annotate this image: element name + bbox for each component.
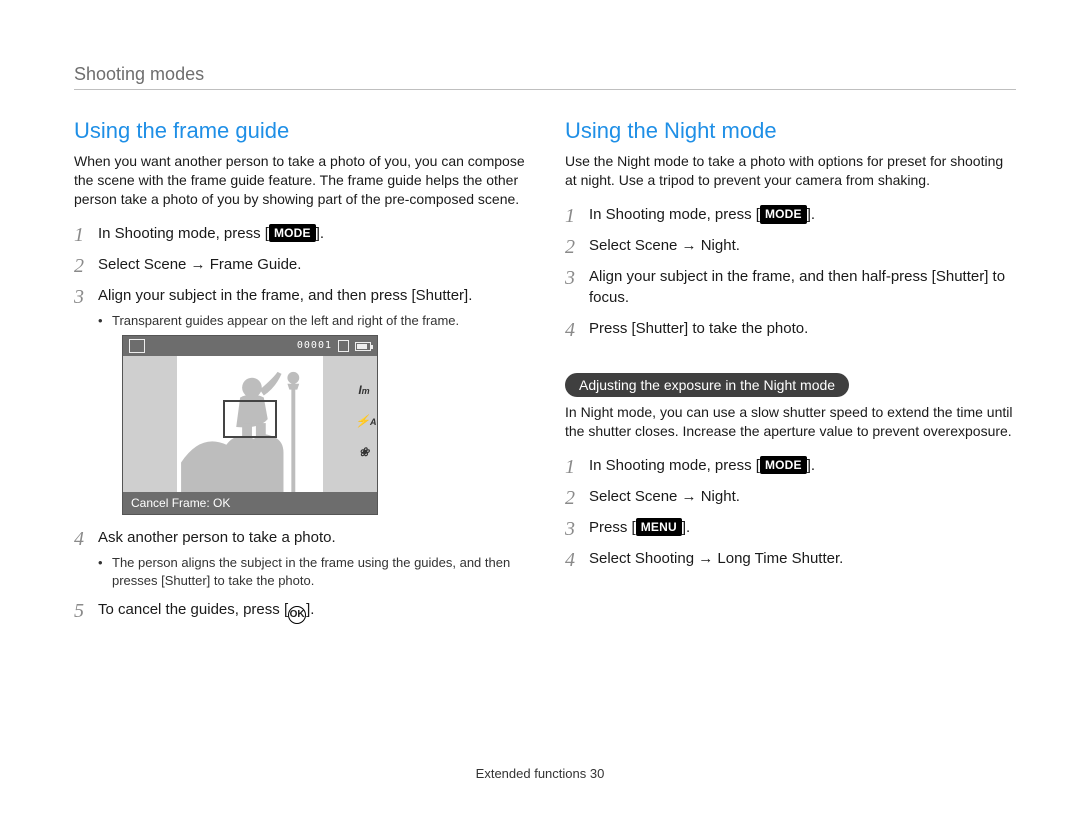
menu-keycap: MENU bbox=[636, 518, 682, 537]
mode-keycap: MODE bbox=[760, 205, 807, 224]
step-text: ]. bbox=[316, 225, 324, 242]
step-4-right: Press [Shutter] to take the photo. bbox=[565, 318, 1016, 339]
battery-icon bbox=[355, 342, 371, 351]
heading-frame-guide: Using the frame guide bbox=[74, 118, 525, 144]
step-4-left: Ask another person to take a photo. The … bbox=[74, 527, 525, 589]
macro-icon: ❀ bbox=[355, 444, 373, 461]
step-3-right: Align your subject in the frame, and the… bbox=[565, 266, 1016, 308]
step-text: Select Scene → Night. bbox=[589, 488, 740, 505]
step-2-right: Select Scene → Night. bbox=[565, 235, 1016, 256]
mode-icon bbox=[129, 339, 145, 353]
step-1-expo: In Shooting mode, press [MODE]. bbox=[565, 455, 1016, 476]
sub-bullet: The person aligns the subject in the fra… bbox=[98, 554, 525, 589]
step-2-left: Select Scene → Frame Guide. bbox=[74, 254, 525, 275]
mode-keycap: MODE bbox=[760, 456, 807, 475]
step-3-expo: Press [MENU]. bbox=[565, 517, 1016, 538]
mode-keycap: MODE bbox=[269, 224, 316, 243]
step-5-left: To cancel the guides, press [OK]. bbox=[74, 599, 525, 624]
page-number: 30 bbox=[590, 766, 604, 781]
step-2-expo: Select Scene → Night. bbox=[565, 486, 1016, 507]
page-footer: Extended functions 30 bbox=[0, 766, 1080, 781]
step-3-left: Align your subject in the frame, and the… bbox=[74, 285, 525, 516]
step-text: ]. bbox=[306, 601, 314, 618]
illus-bottom-bar: Cancel Frame: OK bbox=[123, 492, 377, 514]
step-text: In Shooting mode, press [ bbox=[589, 457, 760, 474]
step-text: Ask another person to take a photo. bbox=[98, 529, 336, 546]
image-size-icon: Im bbox=[355, 382, 373, 399]
step-text: To cancel the guides, press [ bbox=[98, 601, 288, 618]
step-text: In Shooting mode, press [ bbox=[98, 225, 269, 242]
step-text: Align your subject in the frame, and the… bbox=[98, 287, 472, 304]
focus-box bbox=[223, 400, 277, 438]
step-text: Align your subject in the frame, and the… bbox=[589, 268, 1005, 306]
frame-guide-illustration: 00001 bbox=[122, 335, 378, 515]
step-4-expo: Select Shooting → Long Time Shutter. bbox=[565, 548, 1016, 569]
flash-auto-icon: ⚡A bbox=[355, 413, 373, 430]
step-text: Press [ bbox=[589, 519, 636, 536]
guide-left bbox=[123, 356, 177, 492]
shot-counter: 00001 bbox=[297, 339, 332, 353]
step-1-left: In Shooting mode, press [MODE]. bbox=[74, 223, 525, 244]
sub-bullet: Transparent guides appear on the left an… bbox=[98, 312, 525, 330]
step-text: ]. bbox=[682, 519, 690, 536]
step-text: Select Scene → Frame Guide. bbox=[98, 256, 301, 273]
card-icon bbox=[338, 340, 349, 352]
lead-frame-guide: When you want another person to take a p… bbox=[74, 152, 525, 209]
step-1-right: In Shooting mode, press [MODE]. bbox=[565, 204, 1016, 225]
heading-night-mode: Using the Night mode bbox=[565, 118, 1016, 144]
lead-exposure: In Night mode, you can use a slow shutte… bbox=[565, 403, 1016, 441]
ok-icon: OK bbox=[288, 606, 306, 624]
step-text: ]. bbox=[807, 457, 815, 474]
step-text: Press [Shutter] to take the photo. bbox=[589, 320, 808, 337]
subsection-pill: Adjusting the exposure in the Night mode bbox=[565, 373, 849, 397]
step-text: Select Shooting → Long Time Shutter. bbox=[589, 550, 843, 567]
running-head-rule bbox=[74, 89, 1016, 90]
step-text: Select Scene → Night. bbox=[589, 237, 740, 254]
step-text: ]. bbox=[807, 206, 815, 223]
lead-night-mode: Use the Night mode to take a photo with … bbox=[565, 152, 1016, 190]
step-text: In Shooting mode, press [ bbox=[589, 206, 760, 223]
footer-label: Extended functions bbox=[476, 766, 587, 781]
running-head: Shooting modes bbox=[74, 64, 1016, 85]
